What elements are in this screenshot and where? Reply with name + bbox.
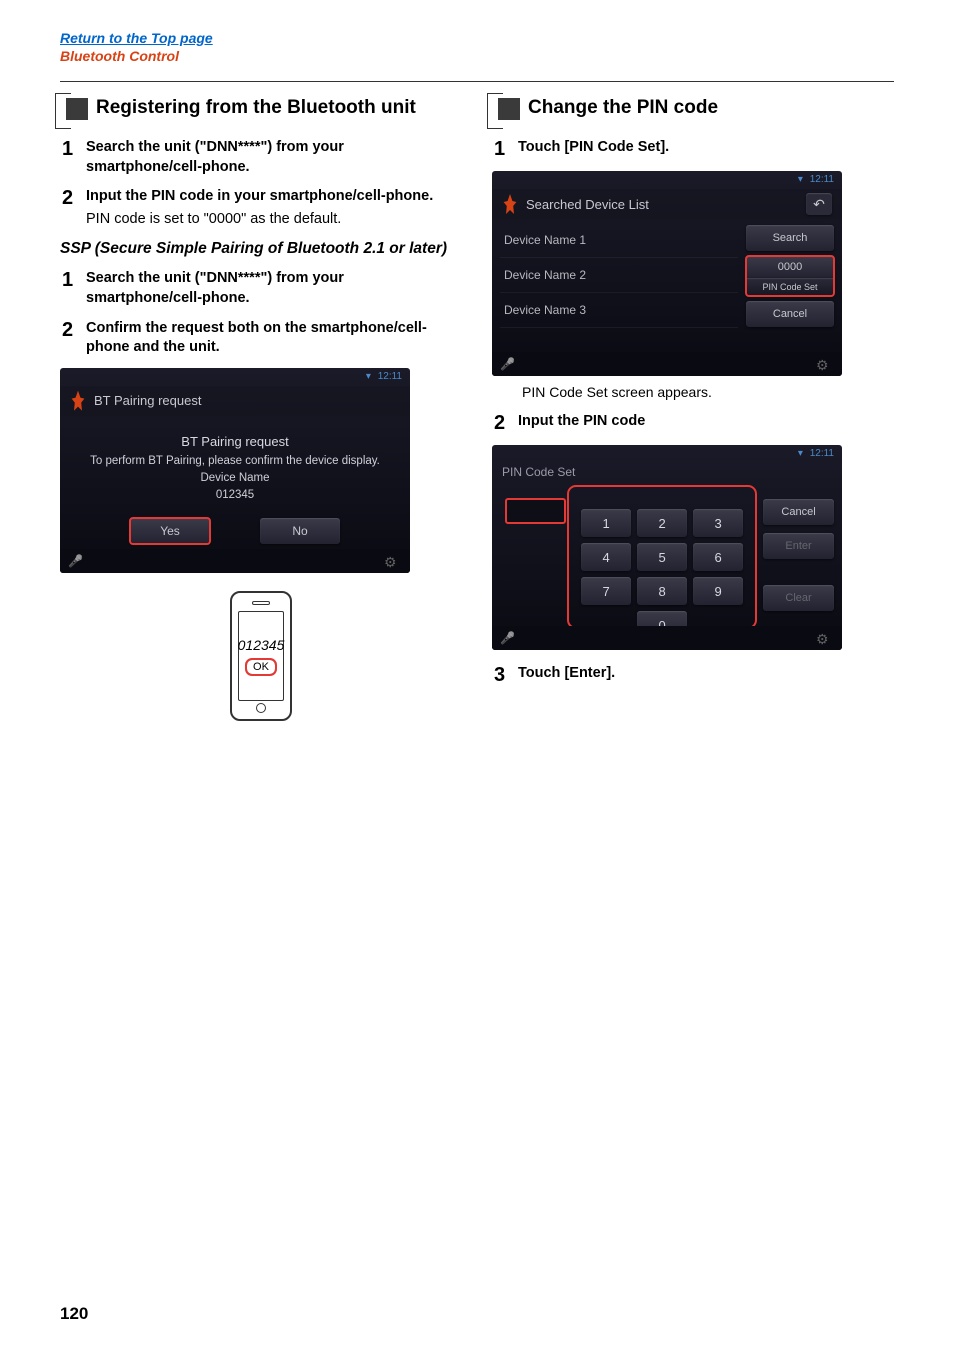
ssp-step-2-text: Confirm the request both on the smartpho… — [86, 319, 462, 358]
phone-code: 012345 — [238, 637, 285, 653]
dialog-text-1: To perform BT Pairing, please confirm th… — [70, 453, 400, 470]
key-3[interactable]: 3 — [693, 509, 743, 537]
cancel-button[interactable]: Cancel — [746, 301, 834, 327]
mic-icon[interactable] — [68, 554, 86, 568]
screen-title: PIN Code Set — [492, 459, 842, 481]
device-list: Device Name 1 Device Name 2 Device Name … — [500, 223, 746, 345]
gear-icon[interactable] — [816, 357, 834, 371]
wifi-icon: ▾ — [366, 371, 371, 382]
list-item[interactable]: Device Name 1 — [500, 223, 738, 258]
step-number: 1 — [60, 138, 86, 177]
step-1-text: Search the unit ("DNN****") from your sm… — [86, 138, 462, 177]
status-bar: ▾ 12:11 — [798, 174, 834, 185]
step-number: 2 — [60, 187, 86, 229]
searched-device-screenshot: ▾ 12:11 Searched Device List ↶ Device Na… — [492, 171, 842, 376]
step-2-note: PIN code is set to "0000" as the default… — [86, 210, 462, 230]
key-9[interactable]: 9 — [693, 577, 743, 605]
ssp-subsection-title: SSP (Secure Simple Pairing of Bluetooth … — [60, 239, 462, 259]
pin-value-button[interactable]: 0000 — [746, 256, 834, 278]
phone-speaker-icon — [252, 601, 270, 605]
screen-title: Searched Device List — [526, 197, 806, 212]
key-8[interactable]: 8 — [637, 577, 687, 605]
mic-icon[interactable] — [500, 631, 518, 645]
search-button[interactable]: Search — [746, 225, 834, 251]
flame-icon — [502, 194, 518, 214]
status-time: 12:11 — [810, 448, 834, 459]
phone-illustration: 012345 OK — [216, 591, 306, 731]
status-time: 12:11 — [810, 174, 834, 185]
key-5[interactable]: 5 — [637, 543, 687, 571]
key-1[interactable]: 1 — [581, 509, 631, 537]
back-button[interactable]: ↶ — [806, 193, 832, 215]
section-marker-icon — [492, 98, 518, 124]
r-step-3-text: Touch [Enter]. — [518, 664, 894, 684]
ssp-step-1-text: Search the unit ("DNN****") from your sm… — [86, 269, 462, 308]
wifi-icon: ▾ — [798, 448, 803, 459]
key-7[interactable]: 7 — [581, 577, 631, 605]
cancel-button[interactable]: Cancel — [763, 499, 834, 525]
flame-icon — [70, 391, 86, 411]
status-bar: ▾ 12:11 — [366, 371, 402, 382]
page-number: 120 — [60, 1304, 88, 1324]
step-2-text: Input the PIN code in your smartphone/ce… — [86, 187, 462, 207]
section-marker-icon — [60, 98, 86, 124]
step-number: 3 — [492, 664, 518, 687]
step-number: 1 — [60, 269, 86, 308]
phone-home-icon — [256, 703, 266, 713]
key-6[interactable]: 6 — [693, 543, 743, 571]
dialog-code: 012345 — [70, 487, 400, 504]
mic-icon[interactable] — [500, 357, 518, 371]
bt-pairing-screenshot: ▾ 12:11 BT Pairing request BT Pairing re… — [60, 368, 410, 573]
key-2[interactable]: 2 — [637, 509, 687, 537]
right-column: Change the PIN code 1 Touch [PIN Code Se… — [492, 96, 894, 731]
pin-code-set-screenshot: ▾ 12:11 PIN Code Set 1 2 3 4 5 6 7 8 — [492, 445, 842, 650]
wifi-icon: ▾ — [798, 174, 803, 185]
key-4[interactable]: 4 — [581, 543, 631, 571]
status-time: 12:11 — [378, 371, 402, 382]
screen-title: BT Pairing request — [94, 393, 400, 408]
return-top-link[interactable]: Return to the Top page — [60, 30, 213, 46]
pin-input-field[interactable] — [506, 499, 565, 523]
breadcrumb-bluetooth: Bluetooth Control — [60, 48, 179, 64]
enter-button[interactable]: Enter — [763, 533, 834, 559]
list-item[interactable]: Device Name 3 — [500, 293, 738, 328]
header-divider — [60, 81, 894, 82]
numeric-keypad: 1 2 3 4 5 6 7 8 9 0 — [581, 509, 743, 639]
dialog-title: BT Pairing request — [70, 434, 400, 449]
step-number: 2 — [60, 319, 86, 358]
no-button[interactable]: No — [260, 518, 340, 544]
caption-pin-appears: PIN Code Set screen appears. — [522, 384, 894, 400]
list-item[interactable]: Device Name 2 — [500, 258, 738, 293]
r-step-1-text: Touch [PIN Code Set]. — [518, 138, 894, 158]
r-step-2-text: Input the PIN code — [518, 412, 894, 432]
status-bar: ▾ 12:11 — [798, 448, 834, 459]
yes-button[interactable]: Yes — [130, 518, 210, 544]
step-number: 2 — [492, 412, 518, 435]
step-number: 1 — [492, 138, 518, 161]
section-title-registering: Registering from the Bluetooth unit — [96, 96, 416, 121]
clear-button[interactable]: Clear — [763, 585, 834, 611]
header-links: Return to the Top page Bluetooth Control — [60, 30, 894, 66]
phone-ok-button[interactable]: OK — [246, 659, 276, 675]
pin-code-set-button[interactable]: PIN Code Set — [746, 278, 834, 296]
gear-icon[interactable] — [816, 631, 834, 645]
section-title-pin: Change the PIN code — [528, 96, 718, 121]
left-column: Registering from the Bluetooth unit 1 Se… — [60, 96, 462, 731]
gear-icon[interactable] — [384, 554, 402, 568]
dialog-device-name: Device Name — [70, 470, 400, 487]
